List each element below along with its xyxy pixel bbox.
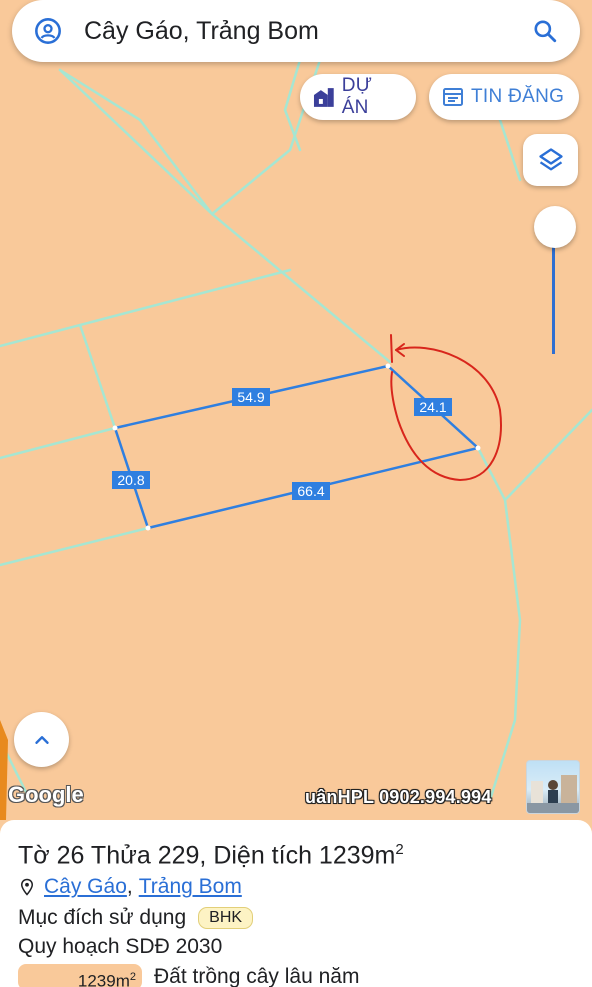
google-logo: Google [8, 782, 84, 807]
plan-heading: Quy hoạch SDĐ 2030 [18, 935, 223, 959]
parcel-vertex [145, 525, 151, 531]
purpose-code-badge: BHK [198, 907, 254, 930]
boundary-line [0, 268, 292, 348]
parcel-number: 229 [157, 841, 200, 870]
parcel-vertex [385, 363, 391, 369]
district-link[interactable]: Trảng Bom [139, 875, 242, 899]
address-row: Cây Gáo, Trảng Bom [18, 873, 574, 901]
plan-use-label: Đất trồng cây lâu năm [154, 965, 360, 987]
parcel-info-sheet[interactable]: Tờ 26 Thửa 229, Diện tích 1239m2 Cây Gáo… [0, 820, 592, 987]
edge-label-left: 20.8 [117, 472, 144, 488]
boundary-line [476, 446, 522, 802]
listings-chip-label: TIN ĐĂNG [471, 86, 565, 107]
listing-icon [443, 88, 463, 106]
layers-button[interactable] [523, 134, 578, 186]
watermark-text: uânHPL 0902.994.994 [305, 787, 492, 807]
location-icon[interactable] [34, 17, 62, 45]
projects-chip[interactable]: DỰ ÁN [300, 74, 416, 120]
map-view[interactable]: 54.9 24.1 20.8 66.4 [0, 0, 592, 820]
parcel-vertex [112, 425, 118, 431]
avatar-photo [527, 775, 579, 813]
plan-area-chip: 1239m2 [18, 964, 142, 987]
boundary-line [0, 526, 150, 567]
map-canvas[interactable]: 54.9 24.1 20.8 66.4 [0, 0, 592, 820]
search-icon[interactable] [532, 18, 558, 44]
boundary-line [503, 408, 592, 502]
land-purpose-row: Mục đích sử dụng BHK [18, 904, 574, 932]
plan-area-row: 1239m2 Đất trồng cây lâu năm [18, 964, 574, 987]
parcel-title: Tờ 26 Thửa 229, Diện tích 1239m2 [18, 841, 404, 870]
parcel-area: 1239m [318, 841, 396, 870]
boundary-line [283, 58, 302, 152]
commune-link[interactable]: Cây Gáo [44, 875, 127, 899]
chevron-up-icon [34, 735, 49, 744]
selected-parcel-outline [113, 364, 481, 530]
edge-label-top: 54.9 [237, 389, 264, 405]
annotation-stroke [390, 334, 393, 363]
listings-chip[interactable]: TIN ĐĂNG [429, 74, 579, 120]
search-bar[interactable]: Cây Gáo, Trảng Bom [12, 0, 580, 62]
purpose-label: Mục đích sử dụng [18, 906, 187, 930]
sheet-number: 26 [56, 841, 85, 870]
map-edge-feature [0, 720, 8, 820]
projects-chip-label: DỰ ÁN [341, 75, 373, 118]
address-separator: , [126, 875, 133, 899]
parcel-vertex [475, 445, 481, 451]
opacity-slider-thumb[interactable] [534, 206, 576, 248]
search-query[interactable]: Cây Gáo, Trảng Bom [84, 17, 532, 46]
avatar[interactable] [526, 760, 580, 814]
layers-icon [538, 148, 563, 171]
boundary-line [78, 323, 117, 430]
edge-label-right: 24.1 [419, 399, 446, 415]
edge-label-bottom: 66.4 [297, 483, 324, 499]
building-icon [313, 88, 334, 107]
boundary-line [0, 426, 117, 460]
pin-icon [20, 879, 34, 896]
expand-up-button[interactable] [14, 712, 69, 767]
